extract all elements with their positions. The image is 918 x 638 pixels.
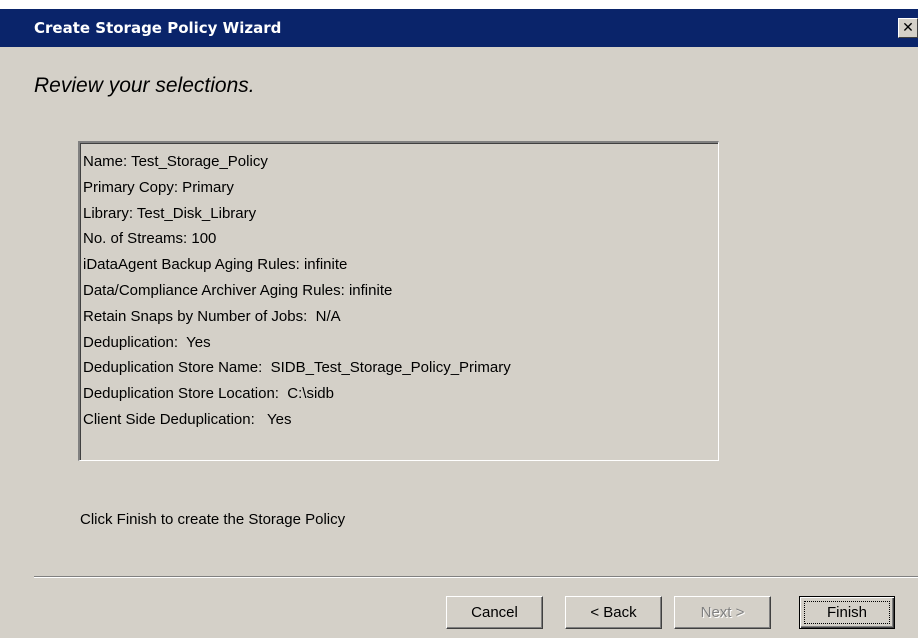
cancel-button[interactable]: Cancel: [446, 596, 543, 629]
summary-line-retain-snaps: Retain Snaps by Number of Jobs: N/A: [83, 307, 341, 325]
finish-instruction: Click Finish to create the Storage Polic…: [80, 511, 346, 528]
window-title: Create Storage Policy Wizard: [34, 19, 282, 37]
back-button[interactable]: < Back: [565, 596, 662, 629]
cancel-button-label: Cancel: [471, 604, 518, 621]
summary-line-archiver-aging: Data/Compliance Archiver Aging Rules: in…: [83, 281, 393, 299]
finish-button[interactable]: Finish: [799, 596, 895, 629]
summary-line-backup-aging: iDataAgent Backup Aging Rules: infinite: [83, 256, 348, 274]
next-button-label: Next >: [700, 604, 745, 621]
page-heading: Review your selections.: [34, 74, 255, 97]
summary-line-library: Library: Test_Disk_Library: [83, 204, 257, 222]
close-button[interactable]: ✕: [898, 18, 918, 38]
next-button[interactable]: Next >: [674, 596, 771, 629]
summary-line-dedup-store-location: Deduplication Store Location: C:\sidb: [83, 385, 334, 403]
summary-line-client-side-dedup: Client Side Deduplication: Yes: [83, 410, 292, 428]
summary-line-primary-copy: Primary Copy: Primary: [83, 178, 234, 196]
title-bar[interactable]: Create Storage Policy Wizard ✕: [0, 9, 918, 47]
summary-line-streams: No. of Streams: 100: [83, 230, 217, 248]
wizard-window: Create Storage Policy Wizard ✕ Review yo…: [0, 0, 918, 638]
window-top-edge: [0, 0, 918, 9]
button-separator: [34, 576, 918, 578]
close-icon: ✕: [902, 20, 914, 36]
summary-line-deduplication: Deduplication: Yes: [83, 333, 211, 351]
finish-button-label: Finish: [826, 604, 867, 621]
summary-line-name: Name: Test_Storage_Policy: [83, 153, 268, 170]
summary-line-dedup-store-name: Deduplication Store Name: SIDB_Test_Stor…: [83, 359, 511, 377]
back-button-label: < Back: [590, 604, 637, 621]
selections-summary-box[interactable]: Name: Test_Storage_Policy Primary Copy: …: [78, 141, 719, 461]
